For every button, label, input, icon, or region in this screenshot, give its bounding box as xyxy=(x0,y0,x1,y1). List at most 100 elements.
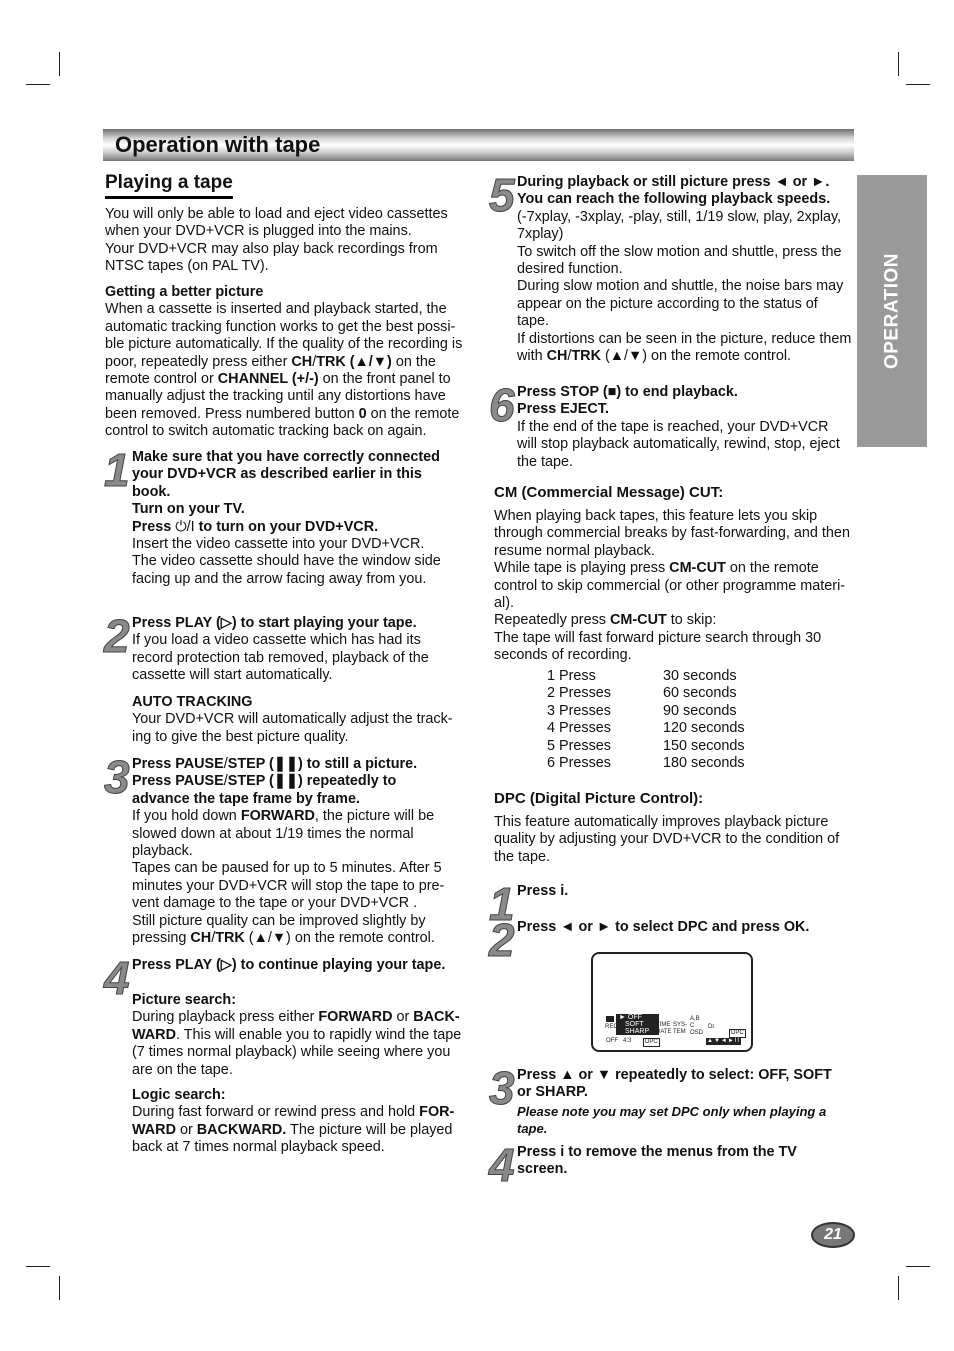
text-run: Logic search: xyxy=(132,1087,226,1103)
auto-tracking-text: AUTO TRACKING Your DVD+VCR will automatic… xyxy=(132,694,462,746)
text-run: Make sure that you have correctly connec… xyxy=(132,449,440,500)
text-run: While tape is playing press xyxy=(494,560,670,577)
manual-page: Operation with tape OPERATION Playing a … xyxy=(0,0,954,1351)
paragraph: Press STOP (■) to end playback. xyxy=(517,384,852,401)
text-run: TRK xyxy=(215,930,245,947)
text-run: Press EJECT. xyxy=(517,401,609,418)
paragraph: Press ⏻/I to turn on your DVD+VCR. xyxy=(132,519,454,536)
table-row: 3 Presses 90 seconds xyxy=(547,703,763,720)
text-run: Picture search: xyxy=(132,992,236,1008)
presses-cell: 2 Presses xyxy=(547,685,611,702)
text-run: Press PAUSE xyxy=(132,756,224,772)
better-picture-text: Getting a better picture When a cassette … xyxy=(105,284,470,441)
paragraph: Repeatedly press CM-CUT to skip: xyxy=(494,612,854,629)
paragraph: Press PAUSE/STEP (❚❚) to still a picture… xyxy=(132,756,457,773)
text-run: Press PAUSE xyxy=(132,773,224,790)
text-run: If the end of the tape is reached, your … xyxy=(517,418,840,470)
paragraph: The video cassette should have the windo… xyxy=(132,553,454,588)
section-title: Playing a tape xyxy=(105,172,233,199)
text-run: . This will enable you to rapidly wind t… xyxy=(132,1026,462,1078)
text-run: Your DVD+VCR may also play back recordin… xyxy=(105,240,438,275)
paragraph: The tape will fast forward picture searc… xyxy=(494,630,854,665)
text-run: (-7xplay, -3xplay, -play, still, 1/19 sl… xyxy=(517,208,842,243)
text-run: During playback or still picture press ◄… xyxy=(517,174,831,208)
step-number: 4 xyxy=(489,1139,516,1191)
cm-cut-text: When playing back tapes, this feature le… xyxy=(494,508,854,665)
crop-mark xyxy=(26,84,50,85)
text-run: Insert the video cassette into your DVD+… xyxy=(132,536,425,553)
text-run: During playback press either xyxy=(132,1009,319,1026)
cm-cut-table: 1 Press 30 seconds 2 Presses 60 seconds 3 Pr… xyxy=(547,668,763,772)
text-run: or xyxy=(175,1121,197,1138)
paragraph: Press PLAY (▷) to continue playing your … xyxy=(132,957,472,974)
step-number: 2 xyxy=(489,914,516,966)
crop-mark xyxy=(26,1266,50,1267)
text-run: ⏻/I xyxy=(175,518,199,535)
crop-mark xyxy=(906,1266,930,1267)
presses-cell: 3 Presses xyxy=(547,702,611,719)
paragraph: When playing back tapes, this feature le… xyxy=(494,508,854,560)
side-tab-label: OPERATION xyxy=(881,252,903,370)
text-run: Press ◄ or ► to select DPC and press OK. xyxy=(517,919,810,935)
osd-label: DPC xyxy=(643,1038,660,1047)
text-run: FORWARD xyxy=(240,808,315,825)
osd-label: Dr. xyxy=(708,1024,716,1030)
paragraph: If distortions can be seen in the pictur… xyxy=(517,331,853,366)
text-run: or xyxy=(392,1009,414,1026)
paragraph: (-7xplay, -3xplay, -play, still, 1/19 sl… xyxy=(517,209,853,244)
step-4: Press PLAY (▷) to continue playing your … xyxy=(132,957,472,974)
step-number: 3 xyxy=(104,751,131,803)
text-run: The video cassette should have the windo… xyxy=(132,553,441,587)
table-row: 2 Presses 60 seconds xyxy=(547,685,763,702)
text-run: to turn on your DVD+VCR. xyxy=(198,518,379,535)
paragraph: If you load a video cassette which has h… xyxy=(132,632,462,684)
paragraph: During fast forward or rewind press and … xyxy=(132,1104,462,1156)
text-run: FORWARD xyxy=(318,1009,393,1026)
text-run: CH xyxy=(291,353,313,370)
text-run: to skip: xyxy=(666,612,717,629)
text-run: If you load a video cassette which has h… xyxy=(132,632,429,684)
paragraph: If the end of the tape is reached, your … xyxy=(517,419,852,471)
paragraph: Turn on your TV. xyxy=(132,501,454,518)
step-number: 1 xyxy=(104,444,131,496)
paragraph: When a cassette is inserted and playback… xyxy=(105,301,470,440)
paragraph: Logic search: xyxy=(132,1087,462,1104)
paragraph: Press i. xyxy=(517,883,847,900)
cm-cut-heading: CM (Commercial Message) CUT: xyxy=(494,484,724,501)
text-run: This feature automatically improves play… xyxy=(494,814,840,865)
page-title: Operation with tape xyxy=(115,132,321,157)
table-row: 4 Presses 120 seconds xyxy=(547,720,763,737)
intro-text: You will only be able to load and eject … xyxy=(105,206,470,276)
text-run: BACKWARD. xyxy=(196,1121,287,1138)
seconds-cell: 90 seconds xyxy=(663,702,737,719)
paragraph: Press ◄ or ► to select DPC and press OK. xyxy=(517,919,847,936)
dpc-step-3: Press ▲ or ▼ repeatedly to select: OFF, … xyxy=(517,1067,847,1102)
paragraph: To switch off the slow motion and shuttl… xyxy=(517,244,853,279)
paragraph: Tapes can be paused for up to 5 minutes.… xyxy=(132,860,457,912)
text-run: If you hold down xyxy=(132,808,241,825)
dpc-menu: ► OFF SOFT SHARP xyxy=(616,1014,659,1035)
paragraph: Press PLAY (▷) to start playing your tap… xyxy=(132,615,462,632)
paragraph: AUTO TRACKING xyxy=(132,694,462,711)
paragraph: While tape is playing press CM-CUT on th… xyxy=(494,560,854,612)
dpc-note: Please note you may set DPC only when pl… xyxy=(517,1104,827,1137)
text-run: Turn on your TV. xyxy=(132,501,245,518)
dpc-option-sharp: SHARP xyxy=(625,1028,650,1035)
text-run: Press STOP (■) to end playback. xyxy=(517,384,738,400)
crop-mark xyxy=(59,1276,60,1300)
text-run: CH xyxy=(190,930,212,947)
text-run: Press PLAY (▷) to continue playing your … xyxy=(132,957,446,973)
dpc-text: This feature automatically improves play… xyxy=(494,814,850,866)
osd-label: OSD xyxy=(690,1030,704,1036)
section-side-tab: OPERATION xyxy=(857,175,927,447)
text-run: CM-CUT xyxy=(669,560,726,577)
osd-label: A,B C xyxy=(690,1016,700,1029)
text-run: Your DVD+VCR will automatically adjust t… xyxy=(132,711,453,745)
osd-label: OFF xyxy=(606,1038,618,1044)
dpc-step-2: Press ◄ or ► to select DPC and press OK. xyxy=(517,919,847,936)
dpc-heading: DPC (Digital Picture Control): xyxy=(494,790,704,807)
text-run: TRK (▲/▼) xyxy=(316,353,392,370)
text-run: 0 xyxy=(358,405,367,422)
rec-icon xyxy=(606,1016,614,1022)
text-run: CH xyxy=(546,348,568,365)
